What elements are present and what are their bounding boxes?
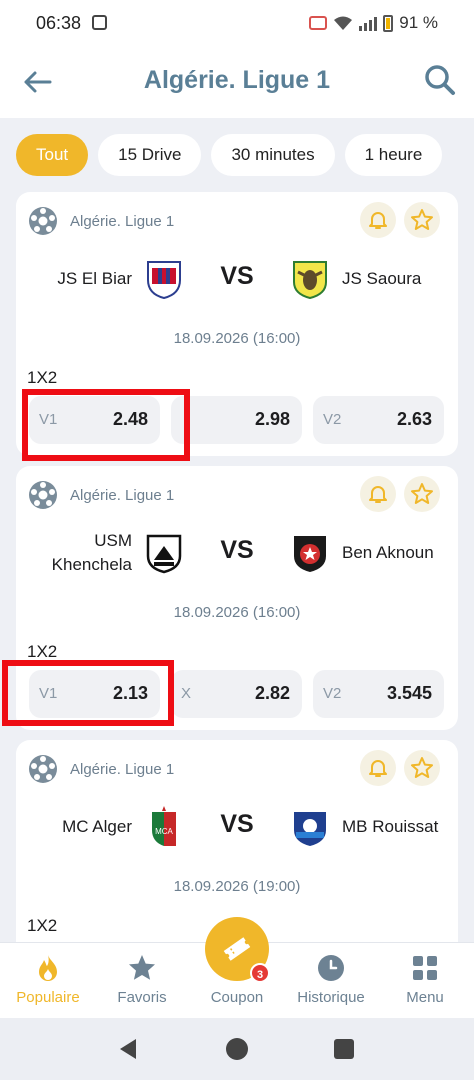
clock-icon (318, 955, 344, 981)
highlight-box (22, 389, 190, 461)
star-icon (129, 955, 155, 980)
football-icon (29, 755, 57, 783)
odd-value: 2.63 (396, 409, 432, 429)
match-date: 18.09.2026 (16:00) (173, 604, 301, 621)
grid-icon (413, 956, 437, 980)
football-icon (29, 481, 57, 509)
odd-button-draw[interactable]: 2.98 (171, 396, 302, 444)
league-row: Algérie. Ligue 1 (28, 480, 174, 510)
match-date: 18.09.2026 (19:00) (173, 878, 301, 895)
coupon-spacer (222, 953, 252, 983)
time-filter-chips: Tout 15 Drive 30 minutes 1 heure (16, 134, 443, 176)
league-name: Algérie. Ligue 1 (70, 760, 175, 778)
nav-item-popular[interactable]: Populaire (1, 953, 95, 1006)
status-indicators: 91 % (309, 13, 438, 33)
odd-value: 2.98 (254, 409, 290, 429)
app-header: Algérie. Ligue 1 (0, 46, 474, 118)
favorite-button[interactable] (404, 750, 440, 786)
market-label: 1X2 (27, 368, 58, 387)
notification-icon (92, 15, 107, 30)
status-bar: 06:38 91 % (0, 0, 474, 46)
system-navigation-bar (0, 1018, 474, 1080)
odd-button-away[interactable]: V2 2.63 (313, 396, 444, 444)
star-icon (411, 483, 433, 504)
highlight-box (2, 660, 174, 726)
filter-chip-15[interactable]: 15 Drive (98, 134, 202, 176)
football-icon (29, 207, 57, 235)
league-name: Algérie. Ligue 1 (70, 212, 175, 230)
system-recents-icon[interactable] (334, 1039, 354, 1059)
nav-item-coupon[interactable]: Coupon (190, 953, 284, 1006)
away-team-logo (293, 261, 327, 300)
odd-label: V2 (323, 411, 342, 428)
star-icon (411, 209, 433, 230)
wifi-icon (334, 16, 353, 30)
away-team-name: Ben Aknoun (342, 543, 434, 562)
favorite-button[interactable] (404, 476, 440, 512)
bell-icon (369, 760, 387, 777)
market-label: 1X2 (27, 916, 58, 935)
filter-chip-all[interactable]: Tout (16, 134, 89, 176)
flame-icon (39, 955, 57, 981)
away-team-logo (294, 536, 326, 572)
bottom-navigation: Populaire Favoris 3 Coupon Historique Me… (0, 917, 474, 1018)
away-team-logo (294, 812, 326, 846)
nav-label: Historique (297, 989, 365, 1006)
notify-button[interactable] (360, 750, 396, 786)
away-team-name: JS Saoura (342, 269, 422, 288)
battery-percent: 91 % (399, 13, 438, 32)
odd-button-away[interactable]: V2 3.545 (313, 670, 444, 718)
odd-label: V2 (323, 685, 342, 702)
league-name: Algérie. Ligue 1 (70, 486, 175, 504)
league-row: Algérie. Ligue 1 (28, 754, 174, 784)
favorite-button[interactable] (404, 202, 440, 238)
system-back-icon[interactable] (118, 1038, 138, 1060)
nav-item-history[interactable]: Historique (284, 953, 378, 1006)
nav-label: Populaire (16, 989, 80, 1006)
notify-button[interactable] (360, 202, 396, 238)
odd-value: 2.82 (254, 683, 290, 703)
search-icon[interactable] (424, 64, 456, 96)
market-label: 1X2 (27, 642, 58, 661)
odd-value: 3.545 (386, 683, 432, 703)
cast-icon (309, 16, 328, 30)
battery-icon (383, 14, 394, 32)
page-title: Algérie. Ligue 1 (143, 66, 331, 94)
bell-icon (369, 212, 387, 229)
odd-button-draw[interactable]: X 2.82 (171, 670, 302, 718)
system-home-icon[interactable] (226, 1038, 248, 1060)
filter-chip-60[interactable]: 1 heure (344, 134, 443, 176)
bell-icon (369, 486, 387, 503)
nav-label: Favoris (117, 989, 167, 1006)
notify-button[interactable] (360, 476, 396, 512)
star-icon (411, 757, 433, 778)
signal-icon (359, 15, 378, 31)
nav-label: Menu (406, 989, 444, 1006)
odd-label: X (181, 685, 192, 702)
nav-item-favorites[interactable]: Favoris (95, 953, 189, 1006)
nav-label: Coupon (210, 989, 264, 1006)
match-date: 18.09.2026 (16:00) (173, 330, 301, 347)
filter-chip-30[interactable]: 30 minutes (211, 134, 335, 176)
status-time: 06:38 (36, 13, 82, 33)
nav-item-menu[interactable]: Menu (378, 953, 472, 1006)
away-team-name: MB Rouissat (342, 817, 439, 836)
league-row: Algérie. Ligue 1 (28, 206, 174, 236)
